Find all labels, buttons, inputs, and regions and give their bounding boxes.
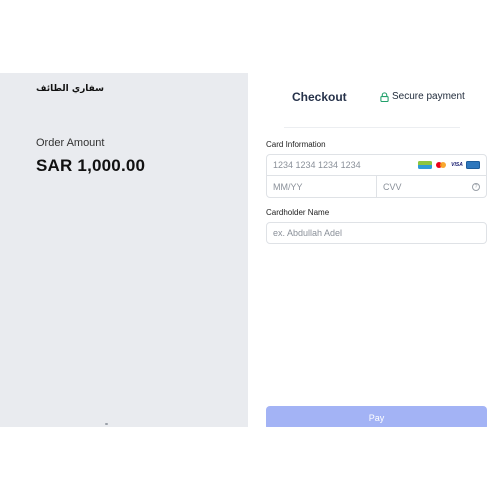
secure-payment-label: Secure payment [392, 91, 465, 102]
amex-icon [466, 161, 480, 169]
payment-panel: Checkout Secure payment Card Information… [248, 73, 500, 427]
secure-payment-indicator: Secure payment [380, 91, 465, 102]
card-information-group: VISA ? [266, 154, 487, 198]
merchant-name: سفاري الطائف [36, 84, 104, 94]
header-divider [284, 127, 460, 128]
order-amount-value: SAR 1,000.00 [36, 156, 146, 175]
expiry-input[interactable] [267, 176, 377, 197]
cvv-input[interactable] [377, 176, 486, 197]
card-information-label: Card Information [266, 140, 326, 149]
cardholder-name-input[interactable] [266, 222, 487, 244]
order-amount-label: Order Amount [36, 137, 105, 149]
pay-button[interactable]: Pay [266, 406, 487, 427]
tab-checkout[interactable]: Checkout [292, 90, 347, 104]
lock-icon [380, 91, 389, 102]
decorative-mark [105, 423, 108, 425]
card-brands: VISA [418, 161, 480, 169]
cardholder-name-label: Cardholder Name [266, 208, 330, 217]
checkout-frame: سفاري الطائف Order Amount SAR 1,000.00 C… [0, 73, 500, 427]
mada-icon [418, 161, 432, 169]
mastercard-icon [434, 161, 448, 169]
visa-icon: VISA [450, 161, 464, 169]
help-icon[interactable]: ? [472, 183, 480, 191]
order-summary-panel: سفاري الطائف Order Amount SAR 1,000.00 [0, 73, 248, 427]
